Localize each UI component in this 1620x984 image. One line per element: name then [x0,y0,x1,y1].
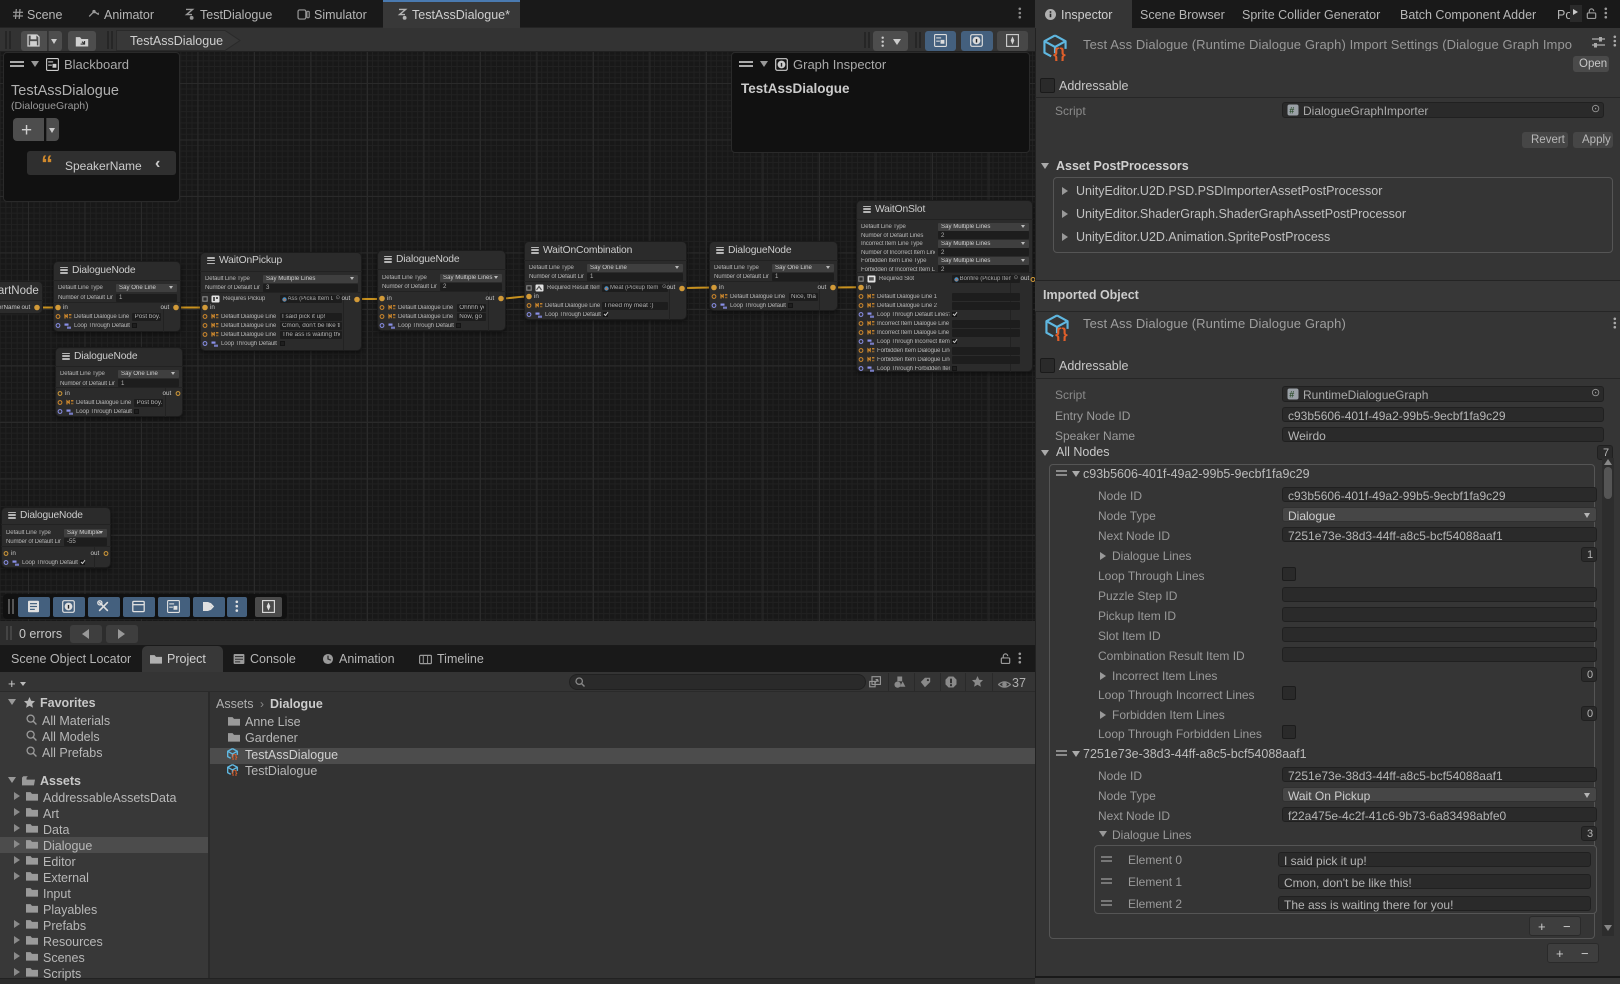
svg-text:#: # [1289,390,1294,400]
svg-text:{}: {} [1055,325,1068,341]
svg-text:#: # [1289,106,1294,116]
svg-text:{}: {} [1053,45,1066,61]
svg-text:{}: {} [232,753,238,760]
svg-text:{}: {} [232,769,238,776]
